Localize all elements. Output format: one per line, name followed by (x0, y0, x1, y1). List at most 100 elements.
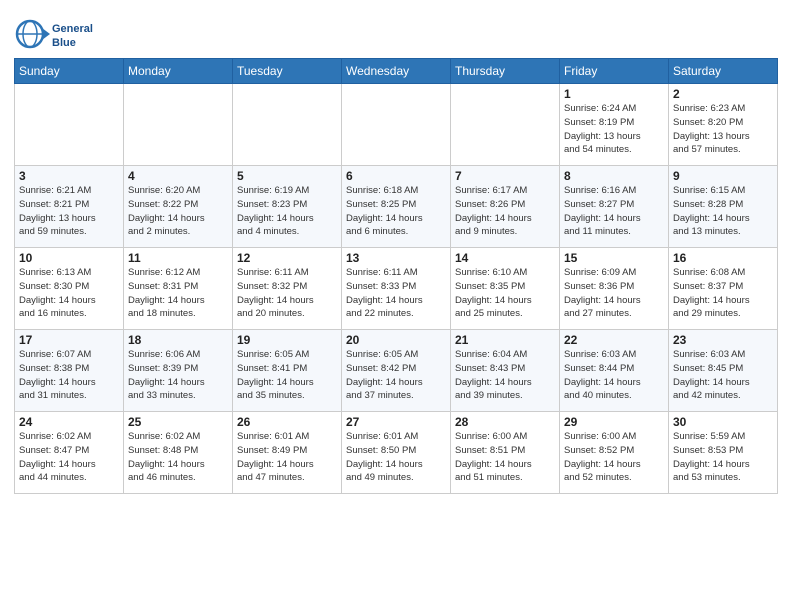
day-number: 20 (346, 333, 446, 347)
day-number: 29 (564, 415, 664, 429)
calendar-cell: 14Sunrise: 6:10 AMSunset: 8:35 PMDayligh… (451, 248, 560, 330)
day-number: 3 (19, 169, 119, 183)
day-info: Sunrise: 6:00 AMSunset: 8:51 PMDaylight:… (455, 430, 555, 485)
calendar-cell: 5Sunrise: 6:19 AMSunset: 8:23 PMDaylight… (233, 166, 342, 248)
header: General Blue (14, 10, 778, 54)
calendar-cell: 20Sunrise: 6:05 AMSunset: 8:42 PMDayligh… (342, 330, 451, 412)
day-info: Sunrise: 6:08 AMSunset: 8:37 PMDaylight:… (673, 266, 773, 321)
calendar-cell: 3Sunrise: 6:21 AMSunset: 8:21 PMDaylight… (15, 166, 124, 248)
day-number: 18 (128, 333, 228, 347)
calendar-cell: 1Sunrise: 6:24 AMSunset: 8:19 PMDaylight… (560, 84, 669, 166)
day-info: Sunrise: 6:03 AMSunset: 8:45 PMDaylight:… (673, 348, 773, 403)
day-info: Sunrise: 5:59 AMSunset: 8:53 PMDaylight:… (673, 430, 773, 485)
day-info: Sunrise: 6:03 AMSunset: 8:44 PMDaylight:… (564, 348, 664, 403)
day-number: 10 (19, 251, 119, 265)
calendar-cell: 6Sunrise: 6:18 AMSunset: 8:25 PMDaylight… (342, 166, 451, 248)
day-number: 2 (673, 87, 773, 101)
day-number: 22 (564, 333, 664, 347)
day-info: Sunrise: 6:23 AMSunset: 8:20 PMDaylight:… (673, 102, 773, 157)
calendar-cell: 19Sunrise: 6:05 AMSunset: 8:41 PMDayligh… (233, 330, 342, 412)
page: General Blue SundayMondayTuesdayWednesday… (0, 0, 792, 612)
weekday-header-wednesday: Wednesday (342, 59, 451, 84)
weekday-header-thursday: Thursday (451, 59, 560, 84)
weekday-header-friday: Friday (560, 59, 669, 84)
calendar-cell: 16Sunrise: 6:08 AMSunset: 8:37 PMDayligh… (669, 248, 778, 330)
calendar-cell: 27Sunrise: 6:01 AMSunset: 8:50 PMDayligh… (342, 412, 451, 494)
weekday-header-row: SundayMondayTuesdayWednesdayThursdayFrid… (15, 59, 778, 84)
day-number: 30 (673, 415, 773, 429)
day-number: 26 (237, 415, 337, 429)
day-info: Sunrise: 6:20 AMSunset: 8:22 PMDaylight:… (128, 184, 228, 239)
calendar-cell: 11Sunrise: 6:12 AMSunset: 8:31 PMDayligh… (124, 248, 233, 330)
day-info: Sunrise: 6:13 AMSunset: 8:30 PMDaylight:… (19, 266, 119, 321)
calendar-cell: 12Sunrise: 6:11 AMSunset: 8:32 PMDayligh… (233, 248, 342, 330)
day-info: Sunrise: 6:05 AMSunset: 8:42 PMDaylight:… (346, 348, 446, 403)
calendar-cell: 18Sunrise: 6:06 AMSunset: 8:39 PMDayligh… (124, 330, 233, 412)
day-number: 9 (673, 169, 773, 183)
week-row-3: 10Sunrise: 6:13 AMSunset: 8:30 PMDayligh… (15, 248, 778, 330)
calendar-cell: 23Sunrise: 6:03 AMSunset: 8:45 PMDayligh… (669, 330, 778, 412)
calendar-cell: 26Sunrise: 6:01 AMSunset: 8:49 PMDayligh… (233, 412, 342, 494)
day-number: 12 (237, 251, 337, 265)
day-number: 28 (455, 415, 555, 429)
day-number: 8 (564, 169, 664, 183)
calendar-cell: 2Sunrise: 6:23 AMSunset: 8:20 PMDaylight… (669, 84, 778, 166)
day-info: Sunrise: 6:18 AMSunset: 8:25 PMDaylight:… (346, 184, 446, 239)
day-info: Sunrise: 6:04 AMSunset: 8:43 PMDaylight:… (455, 348, 555, 403)
day-info: Sunrise: 6:01 AMSunset: 8:49 PMDaylight:… (237, 430, 337, 485)
day-number: 19 (237, 333, 337, 347)
day-number: 15 (564, 251, 664, 265)
calendar-cell: 9Sunrise: 6:15 AMSunset: 8:28 PMDaylight… (669, 166, 778, 248)
day-number: 7 (455, 169, 555, 183)
day-info: Sunrise: 6:15 AMSunset: 8:28 PMDaylight:… (673, 184, 773, 239)
calendar-cell (15, 84, 124, 166)
day-number: 17 (19, 333, 119, 347)
day-info: Sunrise: 6:21 AMSunset: 8:21 PMDaylight:… (19, 184, 119, 239)
weekday-header-saturday: Saturday (669, 59, 778, 84)
day-info: Sunrise: 6:24 AMSunset: 8:19 PMDaylight:… (564, 102, 664, 157)
calendar-cell (451, 84, 560, 166)
week-row-5: 24Sunrise: 6:02 AMSunset: 8:47 PMDayligh… (15, 412, 778, 494)
week-row-1: 1Sunrise: 6:24 AMSunset: 8:19 PMDaylight… (15, 84, 778, 166)
calendar-cell: 8Sunrise: 6:16 AMSunset: 8:27 PMDaylight… (560, 166, 669, 248)
day-number: 27 (346, 415, 446, 429)
calendar-cell: 22Sunrise: 6:03 AMSunset: 8:44 PMDayligh… (560, 330, 669, 412)
weekday-header-tuesday: Tuesday (233, 59, 342, 84)
logo-svg: General Blue (14, 14, 94, 54)
day-number: 21 (455, 333, 555, 347)
week-row-4: 17Sunrise: 6:07 AMSunset: 8:38 PMDayligh… (15, 330, 778, 412)
logo-area: General Blue (14, 14, 94, 54)
calendar-cell: 29Sunrise: 6:00 AMSunset: 8:52 PMDayligh… (560, 412, 669, 494)
day-number: 24 (19, 415, 119, 429)
day-number: 14 (455, 251, 555, 265)
calendar-cell (342, 84, 451, 166)
day-info: Sunrise: 6:17 AMSunset: 8:26 PMDaylight:… (455, 184, 555, 239)
day-number: 16 (673, 251, 773, 265)
calendar-cell: 25Sunrise: 6:02 AMSunset: 8:48 PMDayligh… (124, 412, 233, 494)
day-info: Sunrise: 6:05 AMSunset: 8:41 PMDaylight:… (237, 348, 337, 403)
calendar-cell: 10Sunrise: 6:13 AMSunset: 8:30 PMDayligh… (15, 248, 124, 330)
calendar-cell: 4Sunrise: 6:20 AMSunset: 8:22 PMDaylight… (124, 166, 233, 248)
week-row-2: 3Sunrise: 6:21 AMSunset: 8:21 PMDaylight… (15, 166, 778, 248)
day-info: Sunrise: 6:12 AMSunset: 8:31 PMDaylight:… (128, 266, 228, 321)
day-info: Sunrise: 6:10 AMSunset: 8:35 PMDaylight:… (455, 266, 555, 321)
weekday-header-monday: Monday (124, 59, 233, 84)
day-info: Sunrise: 6:16 AMSunset: 8:27 PMDaylight:… (564, 184, 664, 239)
day-number: 5 (237, 169, 337, 183)
day-info: Sunrise: 6:02 AMSunset: 8:47 PMDaylight:… (19, 430, 119, 485)
calendar-cell: 17Sunrise: 6:07 AMSunset: 8:38 PMDayligh… (15, 330, 124, 412)
day-number: 11 (128, 251, 228, 265)
svg-text:Blue: Blue (52, 37, 76, 49)
calendar-cell (124, 84, 233, 166)
day-info: Sunrise: 6:02 AMSunset: 8:48 PMDaylight:… (128, 430, 228, 485)
day-number: 4 (128, 169, 228, 183)
calendar-cell: 21Sunrise: 6:04 AMSunset: 8:43 PMDayligh… (451, 330, 560, 412)
svg-text:General: General (52, 23, 93, 35)
day-info: Sunrise: 6:06 AMSunset: 8:39 PMDaylight:… (128, 348, 228, 403)
day-info: Sunrise: 6:01 AMSunset: 8:50 PMDaylight:… (346, 430, 446, 485)
calendar-cell: 13Sunrise: 6:11 AMSunset: 8:33 PMDayligh… (342, 248, 451, 330)
day-number: 13 (346, 251, 446, 265)
day-info: Sunrise: 6:00 AMSunset: 8:52 PMDaylight:… (564, 430, 664, 485)
weekday-header-sunday: Sunday (15, 59, 124, 84)
day-info: Sunrise: 6:11 AMSunset: 8:33 PMDaylight:… (346, 266, 446, 321)
